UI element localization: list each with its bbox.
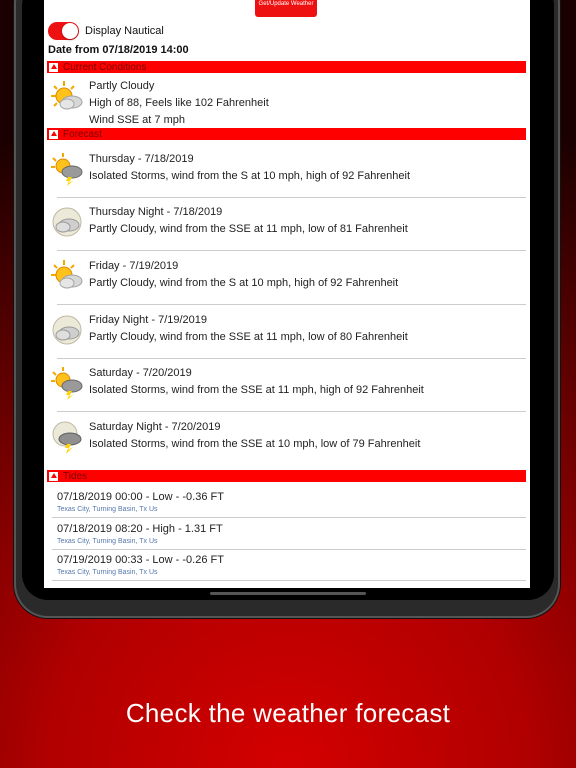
current-condition: Partly Cloudy [89, 80, 155, 92]
section-current-conditions[interactable]: Current Conditions [47, 61, 526, 73]
forecast-item[interactable]: Friday - 7/19/2019 Partly Cloudy, wind f… [44, 252, 530, 305]
divider [52, 580, 526, 581]
tide-line: 07/19/2019 00:33 - Low - -0.26 FT [57, 554, 224, 566]
storm-sun-icon [51, 153, 83, 186]
partly-cloudy-night-icon [52, 207, 82, 237]
current-wind: Wind SSE at 7 mph [89, 114, 185, 126]
forecast-title: Thursday Night - 7/18/2019 [89, 206, 223, 218]
current-temp: High of 88, Feels like 102 Fahrenheit [89, 97, 269, 109]
forecast-item[interactable]: Saturday - 7/20/2019 Isolated Storms, wi… [44, 359, 530, 412]
divider [57, 411, 526, 412]
partly-cloudy-icon [51, 260, 83, 289]
date-from-label: Date from 07/18/2019 14:00 [48, 44, 189, 56]
tide-location: Texas City, Turning Basin, Tx Us [57, 506, 158, 513]
update-weather-button[interactable]: Get/Update Weather [255, 0, 317, 17]
forecast-desc: Partly Cloudy, wind from the SSE at 11 m… [89, 331, 408, 343]
forecast-desc: Partly Cloudy, wind from the S at 10 mph… [89, 277, 399, 289]
storm-night-icon [52, 421, 82, 454]
home-indicator [210, 592, 366, 595]
tide-location: Texas City, Turning Basin, Tx Us [57, 538, 158, 545]
nautical-toggle[interactable] [48, 22, 79, 40]
forecast-item[interactable]: Friday Night - 7/19/2019 Partly Cloudy, … [44, 306, 530, 359]
section-label: Current Conditions [63, 61, 147, 73]
section-label: Tides [63, 470, 88, 482]
forecast-title: Saturday - 7/20/2019 [89, 367, 192, 379]
toggle-knob [62, 23, 78, 39]
nautical-label: Display Nautical [85, 25, 164, 37]
forecast-item[interactable]: Thursday - 7/18/2019 Isolated Storms, wi… [44, 145, 530, 198]
section-forecast[interactable]: Forecast [47, 128, 526, 140]
forecast-desc: Partly Cloudy, wind from the SSE at 11 m… [89, 223, 408, 235]
tide-location: Texas City, Turning Basin, Tx Us [57, 569, 158, 576]
app-screen: Get/Update Weather Display Nautical Date… [44, 0, 530, 588]
partly-cloudy-icon [51, 81, 83, 110]
section-label: Forecast [63, 128, 102, 140]
tide-item[interactable]: 07/19/2019 00:33 - Low - -0.26 FT Texas … [44, 550, 530, 581]
partly-cloudy-night-icon [52, 315, 82, 345]
forecast-desc: Isolated Storms, wind from the SSE at 11… [89, 384, 424, 396]
divider [57, 250, 526, 251]
section-tides[interactable]: Tides [47, 470, 526, 482]
collapse-icon[interactable] [49, 129, 58, 139]
tide-item[interactable]: 07/18/2019 00:00 - Low - -0.36 FT Texas … [44, 487, 530, 518]
collapse-icon[interactable] [49, 62, 58, 72]
forecast-desc: Isolated Storms, wind from the S at 10 m… [89, 170, 411, 182]
tide-line: 07/18/2019 08:20 - High - 1.31 FT [57, 523, 223, 535]
tide-item[interactable]: 07/18/2019 08:20 - High - 1.31 FT Texas … [44, 519, 530, 550]
forecast-title: Thursday - 7/18/2019 [89, 153, 194, 165]
current-conditions-text: Partly Cloudy High of 88, Feels like 102… [89, 78, 269, 129]
collapse-icon[interactable] [49, 471, 58, 481]
forecast-title: Saturday Night - 7/20/2019 [89, 421, 221, 433]
promo-caption: Check the weather forecast [125, 698, 451, 728]
divider [52, 517, 526, 518]
tide-line: 07/18/2019 00:00 - Low - -0.36 FT [57, 491, 224, 503]
forecast-item[interactable]: Thursday Night - 7/18/2019 Partly Cloudy… [44, 198, 530, 251]
forecast-item[interactable]: Saturday Night - 7/20/2019 Isolated Stor… [44, 413, 530, 466]
forecast-desc: Isolated Storms, wind from the SSE at 10… [89, 438, 421, 450]
forecast-title: Friday Night - 7/19/2019 [89, 314, 208, 326]
nautical-toggle-row: Display Nautical [48, 21, 164, 41]
divider [57, 304, 526, 305]
forecast-title: Friday - 7/19/2019 [89, 260, 179, 272]
storm-sun-icon [51, 367, 83, 400]
